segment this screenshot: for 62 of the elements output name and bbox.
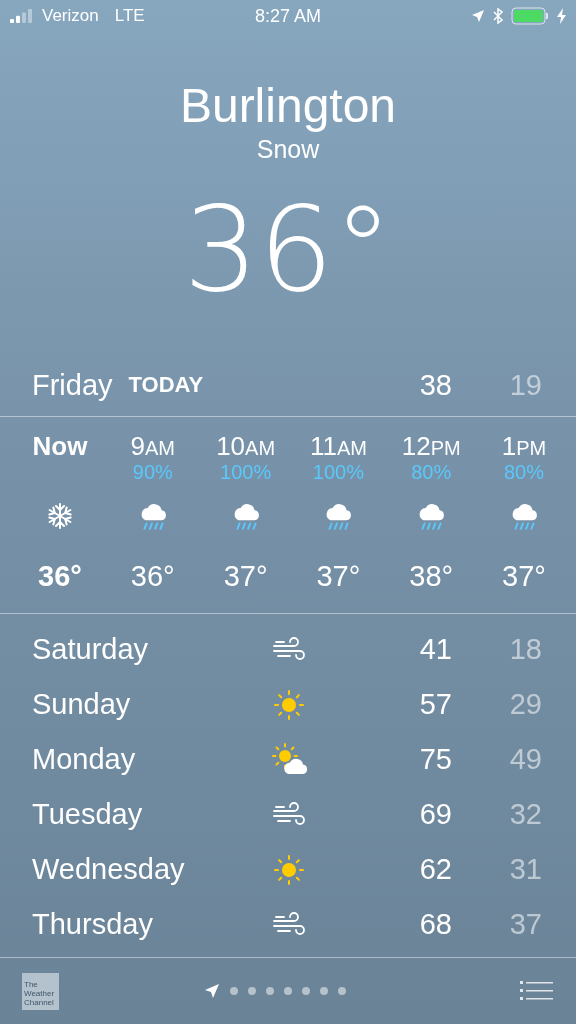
sun-icon (272, 687, 306, 722)
hour-label: 12PM (401, 431, 461, 461)
low-temperature: 19 (508, 368, 543, 402)
snowflake-icon (45, 501, 75, 532)
page-dot[interactable] (265, 987, 274, 995)
hour-temperature: 38° (409, 560, 454, 593)
page-dot[interactable] (319, 987, 328, 995)
hour-temperature: 36° (38, 560, 82, 593)
hour-temperature: 36° (130, 560, 175, 593)
page-dot[interactable] (337, 987, 346, 995)
high-temperature: 75 (418, 743, 452, 776)
day-name: Tuesday (32, 798, 144, 831)
precipitation-chance: 80% (411, 461, 452, 483)
hour-label: Now (32, 431, 88, 461)
page-dot[interactable] (301, 987, 310, 995)
list-icon[interactable] (520, 980, 554, 1002)
low-temperature: 37 (508, 908, 543, 941)
hour-label: 10AM (216, 431, 276, 461)
high-temperature: 69 (418, 798, 452, 831)
high-temperature: 68 (418, 908, 452, 941)
location-arrow-icon (471, 9, 485, 23)
page-dot[interactable] (229, 987, 238, 995)
network-type: LTE (114, 6, 145, 26)
day-name: Sunday (32, 688, 132, 721)
low-temperature: 29 (508, 688, 543, 721)
current-temperature: 36° (183, 184, 393, 314)
signal-icon (10, 9, 34, 23)
high-temperature: 41 (418, 633, 452, 666)
day-name: Friday (32, 368, 113, 402)
city-name: Burlington (179, 78, 397, 134)
hour-temperature: 37° (223, 560, 268, 593)
weather-condition: Snow (256, 134, 320, 164)
high-temperature: 62 (418, 853, 452, 886)
hour-temperature: 37° (316, 560, 361, 593)
today-label: TODAY (128, 372, 205, 398)
weather-channel-logo[interactable]: The Weather Channel (22, 972, 59, 1010)
hour-label: 11AM (309, 431, 367, 461)
high-temperature: 38 (418, 368, 452, 402)
day-name: Saturday (32, 633, 150, 666)
battery-icon (511, 7, 549, 25)
page-dot[interactable] (247, 987, 256, 995)
sun-icon (272, 852, 306, 887)
hour-label: 9AM (130, 431, 176, 461)
precipitation-chance: 90% (132, 461, 173, 483)
day-name: Thursday (32, 908, 154, 941)
status-time: 8:27 AM (255, 5, 322, 27)
low-temperature: 31 (508, 853, 543, 886)
hour-label: 1PM (501, 431, 547, 461)
bluetooth-icon (493, 8, 503, 24)
low-temperature: 49 (508, 743, 543, 776)
day-name: Wednesday (32, 853, 186, 886)
precipitation-chance: 80% (503, 461, 544, 483)
location-arrow-icon[interactable] (203, 983, 220, 999)
hour-temperature: 37° (502, 560, 546, 593)
day-name: Monday (32, 743, 137, 776)
low-temperature: 32 (508, 798, 543, 831)
high-temperature: 57 (418, 688, 452, 721)
low-temperature: 18 (508, 633, 543, 666)
page-dot[interactable] (283, 987, 292, 995)
precipitation-chance: 100% (220, 461, 272, 483)
carrier-name: Verizon (42, 6, 99, 26)
precipitation-chance: 100% (312, 461, 364, 483)
